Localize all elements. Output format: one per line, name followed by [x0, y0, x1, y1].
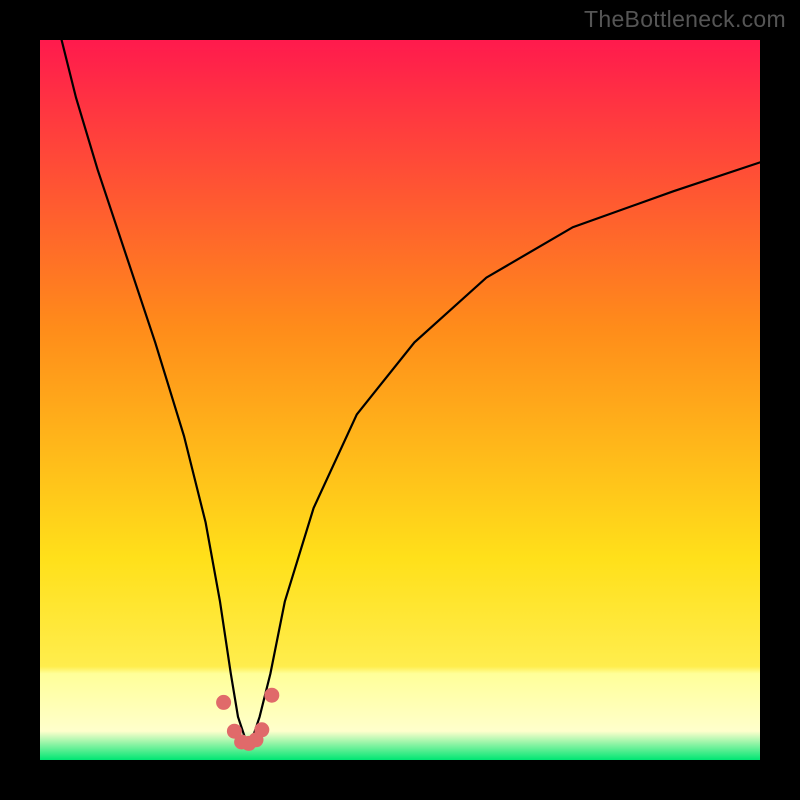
chart-frame: TheBottleneck.com	[0, 0, 800, 800]
plot-area	[40, 40, 760, 760]
bottleneck-chart	[40, 40, 760, 760]
dip-marker	[254, 722, 269, 737]
dip-marker	[264, 688, 279, 703]
watermark-text: TheBottleneck.com	[584, 6, 786, 33]
gradient-background	[40, 40, 760, 760]
dip-marker	[216, 695, 231, 710]
